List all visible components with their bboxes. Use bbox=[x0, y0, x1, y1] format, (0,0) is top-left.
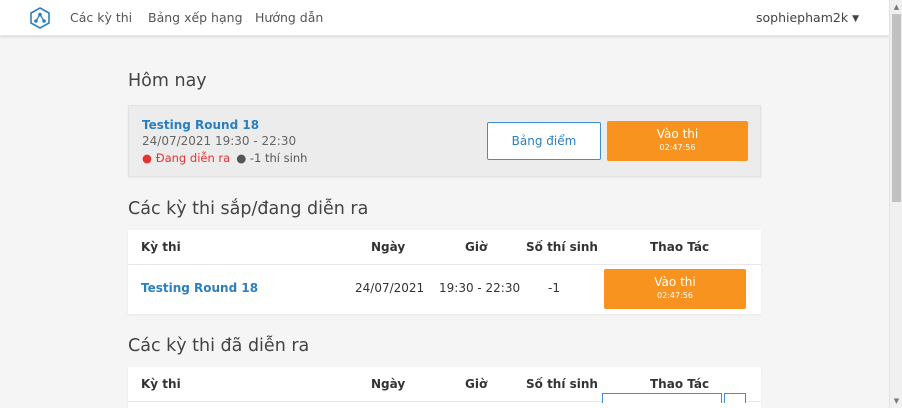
scroll-up-arrow-icon[interactable]: ▲ bbox=[890, 0, 902, 14]
col-header-participants: Số thí sinh bbox=[526, 377, 598, 391]
enter-contest-countdown: 02:47:56 bbox=[659, 143, 696, 152]
live-status-badge: ● Đang diễn ra bbox=[142, 151, 231, 165]
row-divider bbox=[128, 264, 761, 265]
scroll-down-arrow-icon[interactable]: ▼ bbox=[890, 394, 902, 408]
col-header-time: Giờ bbox=[465, 377, 488, 391]
top-navbar: Các kỳ thi Bảng xếp hạng Hướng dẫn sophi… bbox=[0, 0, 889, 36]
scroll-thumb[interactable] bbox=[892, 14, 901, 202]
nav-contests-link[interactable]: Các kỳ thi bbox=[70, 10, 132, 25]
username: sophiepham2k bbox=[756, 10, 849, 25]
nav-guide-link[interactable]: Hướng dẫn bbox=[255, 10, 323, 25]
upcoming-table: Kỳ thi Ngày Giờ Số thí sinh Thao Tác Tes… bbox=[128, 230, 761, 314]
enter-contest-button[interactable]: Vào thi 02:47:56 bbox=[607, 121, 748, 161]
col-header-time: Giờ bbox=[465, 240, 488, 254]
today-contest-name[interactable]: Testing Round 18 bbox=[142, 118, 259, 132]
logo-icon[interactable] bbox=[30, 7, 50, 29]
past-dropdown-button[interactable] bbox=[724, 393, 746, 403]
past-heading: Các kỳ thi đã diễn ra bbox=[128, 336, 310, 356]
today-contest-card: Testing Round 18 24/07/2021 19:30 - 22:3… bbox=[128, 105, 761, 177]
today-heading: Hôm nay bbox=[128, 71, 207, 91]
row-contest-name[interactable]: Testing Round 18 bbox=[141, 281, 258, 295]
today-contest-status: ● Đang diễn ra ● -1 thí sinh bbox=[142, 151, 307, 165]
row-time: 19:30 - 22:30 bbox=[439, 281, 521, 295]
col-header-contest: Kỳ thi bbox=[141, 240, 181, 254]
col-header-actions: Thao Tác bbox=[650, 377, 710, 391]
row-date: 24/07/2021 bbox=[355, 281, 425, 295]
today-contest-time: 24/07/2021 19:30 - 22:30 bbox=[142, 134, 297, 148]
row-participants: -1 bbox=[548, 281, 560, 295]
participant-count: ● -1 thí sinh bbox=[236, 151, 308, 165]
upcoming-heading: Các kỳ thi sắp/đang diễn ra bbox=[128, 199, 369, 219]
row-enter-contest-button[interactable]: Vào thi 02:47:56 bbox=[604, 269, 746, 309]
enter-contest-label: Vào thi bbox=[656, 127, 699, 141]
row-enter-label: Vào thi bbox=[654, 275, 696, 289]
past-table: Kỳ thi Ngày Giờ Số thí sinh Thao Tác bbox=[128, 367, 761, 408]
col-header-contest: Kỳ thi bbox=[141, 377, 181, 391]
col-header-date: Ngày bbox=[371, 377, 406, 391]
caret-down-icon: ▼ bbox=[852, 14, 859, 24]
page-scrollbar[interactable]: ▲ ▼ bbox=[889, 0, 902, 408]
row-enter-countdown: 02:47:56 bbox=[657, 291, 693, 300]
col-header-participants: Số thí sinh bbox=[526, 240, 598, 254]
nav-rankings-link[interactable]: Bảng xếp hạng bbox=[148, 10, 243, 25]
scoreboard-button[interactable]: Bảng điểm bbox=[487, 122, 601, 160]
user-menu[interactable]: sophiepham2k ▼ bbox=[756, 10, 859, 25]
col-header-actions: Thao Tác bbox=[650, 240, 710, 254]
past-scoreboard-button[interactable] bbox=[602, 393, 722, 403]
col-header-date: Ngày bbox=[371, 240, 406, 254]
